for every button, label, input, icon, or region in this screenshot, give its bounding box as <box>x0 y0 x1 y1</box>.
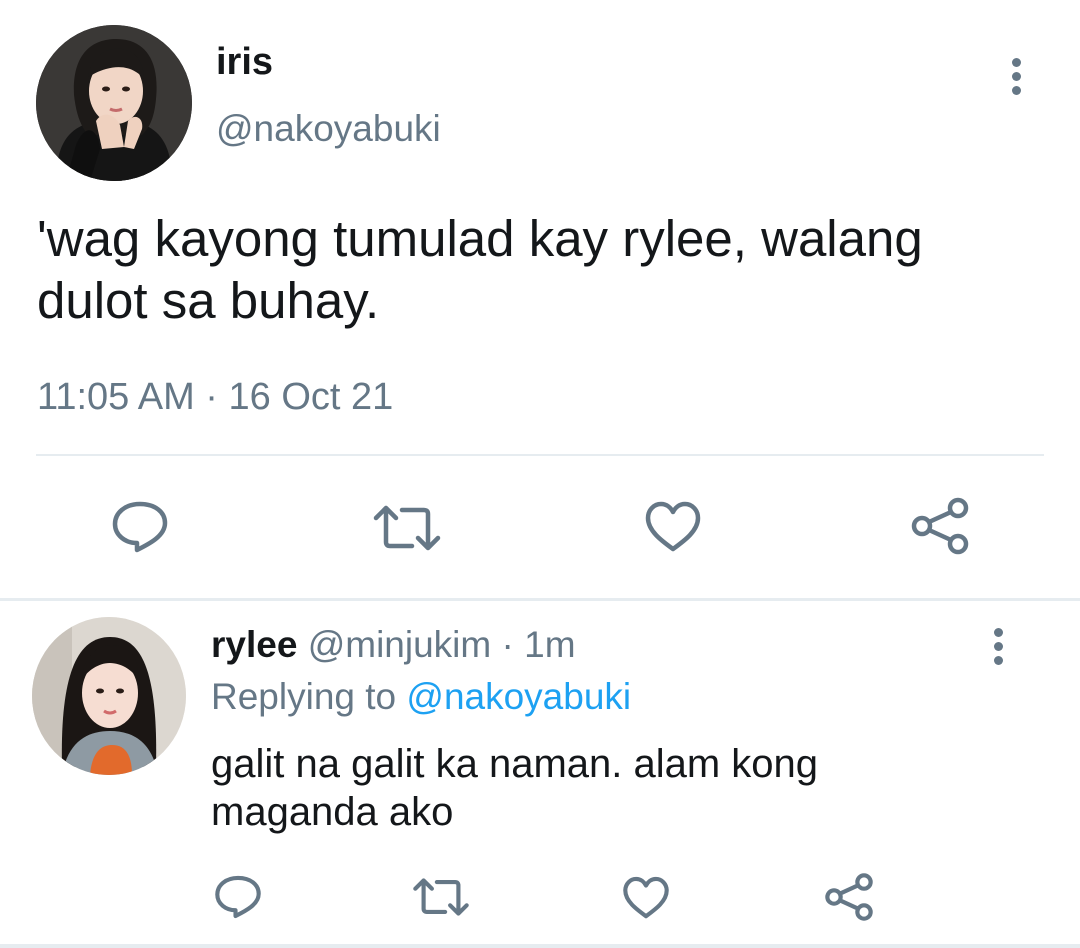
tweet-text: 'wag kayong tumulad kay rylee, walang du… <box>37 210 923 329</box>
divider <box>36 454 1044 456</box>
tweet-time: 11:05 AM <box>37 376 195 418</box>
meta-separator: · <box>205 376 218 418</box>
meta-separator: · <box>501 624 514 665</box>
more-options-icon[interactable] <box>1010 58 1022 95</box>
share-icon[interactable] <box>910 496 970 556</box>
replying-to-label: Replying to <box>211 676 397 717</box>
reply-icon[interactable] <box>111 500 169 554</box>
author-name[interactable]: iris <box>216 40 273 84</box>
divider <box>0 944 1080 948</box>
reply-header: rylee @minjukim · 1m <box>211 622 576 668</box>
tweet-timestamp[interactable]: 11:05 AM · 16 Oct 21 <box>37 374 393 420</box>
retweet-icon[interactable] <box>412 876 470 918</box>
share-icon[interactable] <box>824 872 874 922</box>
avatar-photo <box>36 25 192 181</box>
replying-to-mention[interactable]: @nakoyabuki <box>406 676 631 717</box>
author-handle[interactable]: @nakoyabuki <box>216 107 441 151</box>
replying-to: Replying to @nakoyabuki <box>211 674 631 720</box>
author-avatar[interactable] <box>36 25 192 181</box>
reply-author-handle[interactable]: @minjukim <box>308 624 492 665</box>
more-options-icon[interactable] <box>992 628 1004 665</box>
avatar-photo <box>32 617 186 775</box>
reply-icon[interactable] <box>214 874 262 920</box>
like-icon[interactable] <box>644 501 702 553</box>
reply-author-avatar[interactable] <box>32 617 186 775</box>
reply-time-ago: 1m <box>524 624 576 665</box>
like-icon[interactable] <box>622 876 670 920</box>
divider <box>0 598 1080 601</box>
reply-text: galit na galit ka naman. alam kong magan… <box>211 742 819 834</box>
tweet-date: 16 Oct 21 <box>228 376 394 418</box>
reply-author-name[interactable]: rylee <box>211 624 297 665</box>
retweet-icon[interactable] <box>372 504 442 552</box>
